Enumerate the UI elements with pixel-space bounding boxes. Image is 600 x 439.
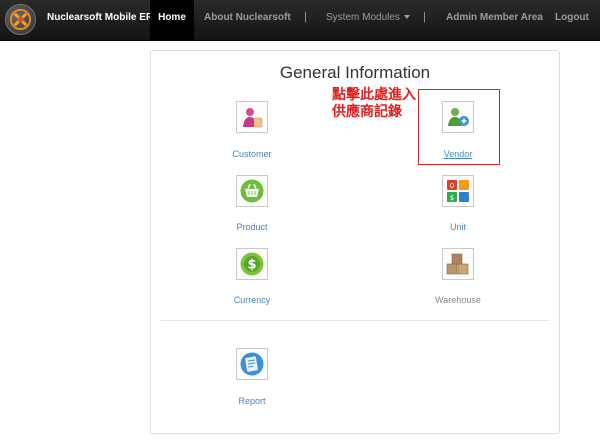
tile-currency-label[interactable]: Currency [202,295,302,305]
unit-icon[interactable]: 0 $ [442,175,474,207]
nav-home[interactable]: Home [150,0,194,40]
nav-admin-member-area[interactable]: Admin Member Area [446,0,543,40]
nav-separator: | [423,11,426,23]
nav-system-modules[interactable]: System Modules [326,0,410,40]
tile-report-label[interactable]: Report [202,396,302,406]
tile-customer-label[interactable]: Customer [202,149,302,159]
report-icon[interactable] [236,348,268,380]
nuclearsoft-logo-icon[interactable] [5,4,36,35]
vendor-highlight-box [418,89,500,165]
boxes-icon[interactable] [442,248,474,280]
tile-warehouse-label[interactable]: Warehouse [408,295,508,305]
brand-name[interactable]: Nuclearsoft Mobile ERP [47,12,160,23]
annotation-line-2: 供應商記錄 [332,103,402,119]
svg-text:$: $ [450,194,454,202]
caret-down-icon [403,15,410,20]
svg-text:0: 0 [450,182,454,190]
nav-about[interactable]: About Nuclearsoft [204,0,291,40]
basket-icon[interactable] [236,175,268,207]
dollar-icon[interactable]: $ [236,248,268,280]
annotation-text: 點擊此處進入 供應商記錄 [332,86,416,120]
top-navbar: Nuclearsoft Mobile ERP Home About Nuclea… [0,0,600,41]
customer-icon[interactable] [236,101,268,133]
svg-text:$: $ [247,258,256,273]
tile-unit-label[interactable]: Unit [408,222,508,232]
annotation-line-1: 點擊此處進入 [332,86,416,102]
nav-system-modules-label: System Modules [326,12,400,23]
tile-product-label[interactable]: Product [202,222,302,232]
section-divider [161,320,549,321]
nav-separator: | [304,11,307,23]
nav-logout[interactable]: Logout [555,0,589,40]
panel-title: General Information [279,63,431,82]
